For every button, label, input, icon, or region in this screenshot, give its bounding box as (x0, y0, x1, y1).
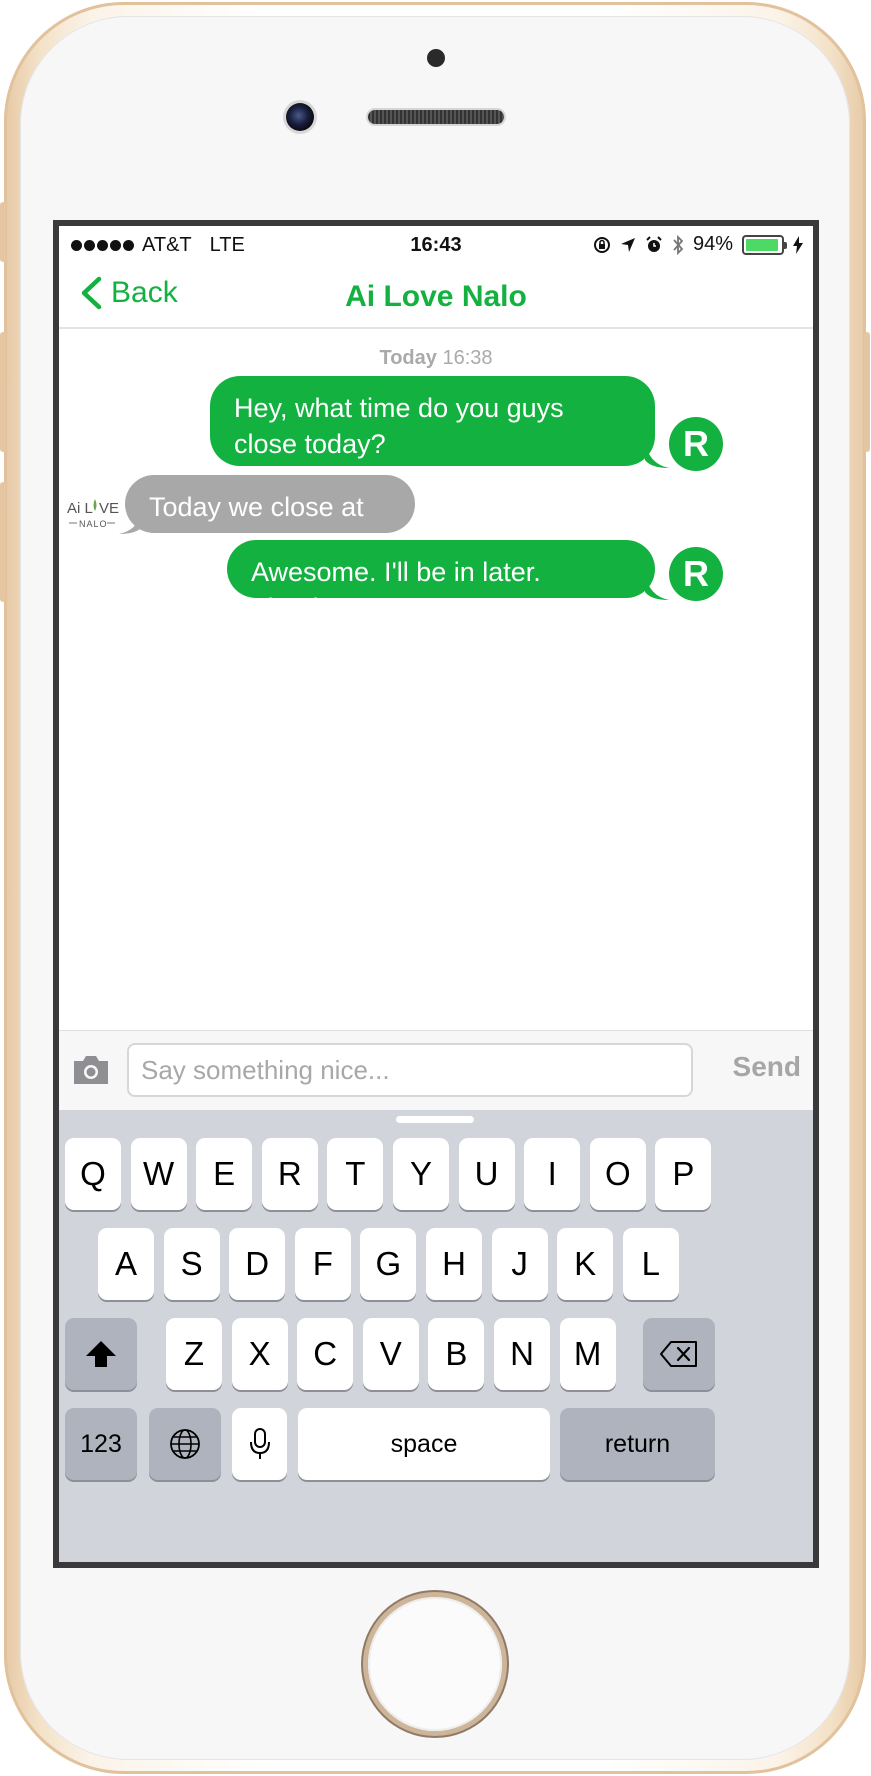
key-o[interactable]: O (589, 1138, 646, 1210)
mute-switch (0, 202, 6, 262)
power-button (864, 332, 870, 452)
svg-text:NALO: NALO (79, 519, 108, 529)
delete-key[interactable] (643, 1318, 715, 1390)
key-v[interactable]: V (362, 1318, 419, 1390)
key-u[interactable]: U (458, 1138, 515, 1210)
sender-avatar[interactable]: R (669, 417, 723, 471)
backspace-icon (660, 1341, 697, 1367)
keyboard-handle[interactable] (396, 1116, 474, 1123)
numbers-key[interactable]: 123 (65, 1408, 137, 1480)
message-bubble-outgoing[interactable]: Hey, what time do you guys close today? (210, 376, 655, 466)
globe-icon (170, 1429, 200, 1459)
globe-key[interactable] (149, 1408, 221, 1480)
key-n[interactable]: N (494, 1318, 550, 1390)
svg-text:VE: VE (99, 500, 119, 517)
key-e[interactable]: E (196, 1138, 253, 1210)
battery-percent: 94% (692, 233, 733, 255)
key-x[interactable]: X (231, 1318, 288, 1390)
key-w[interactable]: W (130, 1138, 187, 1210)
front-camera (286, 103, 314, 131)
microphone-icon (249, 1428, 270, 1459)
message-composer: Send (59, 1030, 813, 1110)
message-bubble-outgoing[interactable]: Awesome. I'll be in later. Thanks! (227, 540, 655, 623)
alarm-icon (646, 235, 662, 252)
home-button[interactable] (368, 1597, 502, 1731)
key-h[interactable]: H (426, 1228, 482, 1300)
key-i[interactable]: I (524, 1138, 581, 1210)
message-text: Hey, what time do you guys close today? (234, 393, 564, 459)
conversation-title: Ai Love Nalo (345, 280, 527, 313)
navigation-bar: Back Ai Love Nalo (59, 264, 813, 329)
sender-avatar[interactable]: R (669, 547, 723, 601)
key-l[interactable]: L (622, 1228, 679, 1300)
battery-level (746, 238, 778, 251)
location-arrow-icon (620, 237, 635, 252)
shift-arrow-icon (86, 1341, 116, 1367)
send-button[interactable]: Send (733, 1051, 801, 1083)
volume-down-button (0, 482, 6, 602)
status-bar: AT&T LTE 16:43 94% (59, 226, 813, 264)
thread-timestamp: Today 16:38 (59, 347, 813, 370)
svg-text:Ai L: Ai L (67, 500, 93, 517)
keyboard: 123 space return QWERTYUIOP ASDFGHJKL ZXCV… (59, 1110, 813, 1562)
screen: AT&T LTE 16:43 94% Back Ai Love Nalo Tod… (53, 220, 819, 1568)
message-input[interactable] (127, 1043, 693, 1097)
key-g[interactable]: G (360, 1228, 417, 1300)
key-t[interactable]: T (327, 1138, 384, 1210)
volume-up-button (0, 332, 6, 452)
key-q[interactable]: Q (65, 1138, 121, 1210)
key-d[interactable]: D (229, 1228, 286, 1300)
key-f[interactable]: F (294, 1228, 351, 1300)
key-a[interactable]: A (98, 1228, 154, 1300)
space-key[interactable]: space (298, 1408, 550, 1480)
timestamp-time: 16:38 (442, 347, 493, 369)
key-c[interactable]: C (297, 1318, 354, 1390)
message-thread[interactable]: Today 16:38 Hey, what time do you guys c… (59, 329, 813, 1030)
camera-icon[interactable] (71, 1053, 111, 1087)
message-text: Awesome. I'll be in later. Thanks! (251, 557, 541, 623)
status-right: 94% (593, 233, 803, 256)
return-key[interactable]: return (560, 1408, 715, 1480)
charging-bolt-icon (793, 235, 803, 254)
key-j[interactable]: J (491, 1228, 548, 1300)
restaurant-logo-avatar[interactable]: Ai L VE NALO (65, 489, 121, 545)
battery-icon (742, 234, 787, 255)
key-r[interactable]: R (261, 1138, 318, 1210)
bubble-tail (645, 442, 669, 468)
rotation-lock-icon (593, 236, 610, 253)
bluetooth-icon (673, 234, 684, 255)
timestamp-day: Today (379, 347, 437, 369)
key-m[interactable]: M (559, 1318, 616, 1390)
ai-love-nalo-logo: Ai L VE NALO (67, 499, 119, 529)
bubble-tail (645, 574, 669, 600)
key-z[interactable]: Z (166, 1318, 222, 1390)
shift-key[interactable] (65, 1318, 137, 1390)
message-bubble-incoming[interactable]: Today we close at 6! (125, 475, 415, 558)
key-s[interactable]: S (163, 1228, 220, 1300)
key-k[interactable]: K (557, 1228, 614, 1300)
dictation-key[interactable] (232, 1408, 287, 1480)
key-y[interactable]: Y (393, 1138, 449, 1210)
key-p[interactable]: P (655, 1138, 712, 1210)
earpiece-speaker (368, 110, 504, 124)
key-b[interactable]: B (428, 1318, 485, 1390)
proximity-sensor (427, 49, 445, 67)
